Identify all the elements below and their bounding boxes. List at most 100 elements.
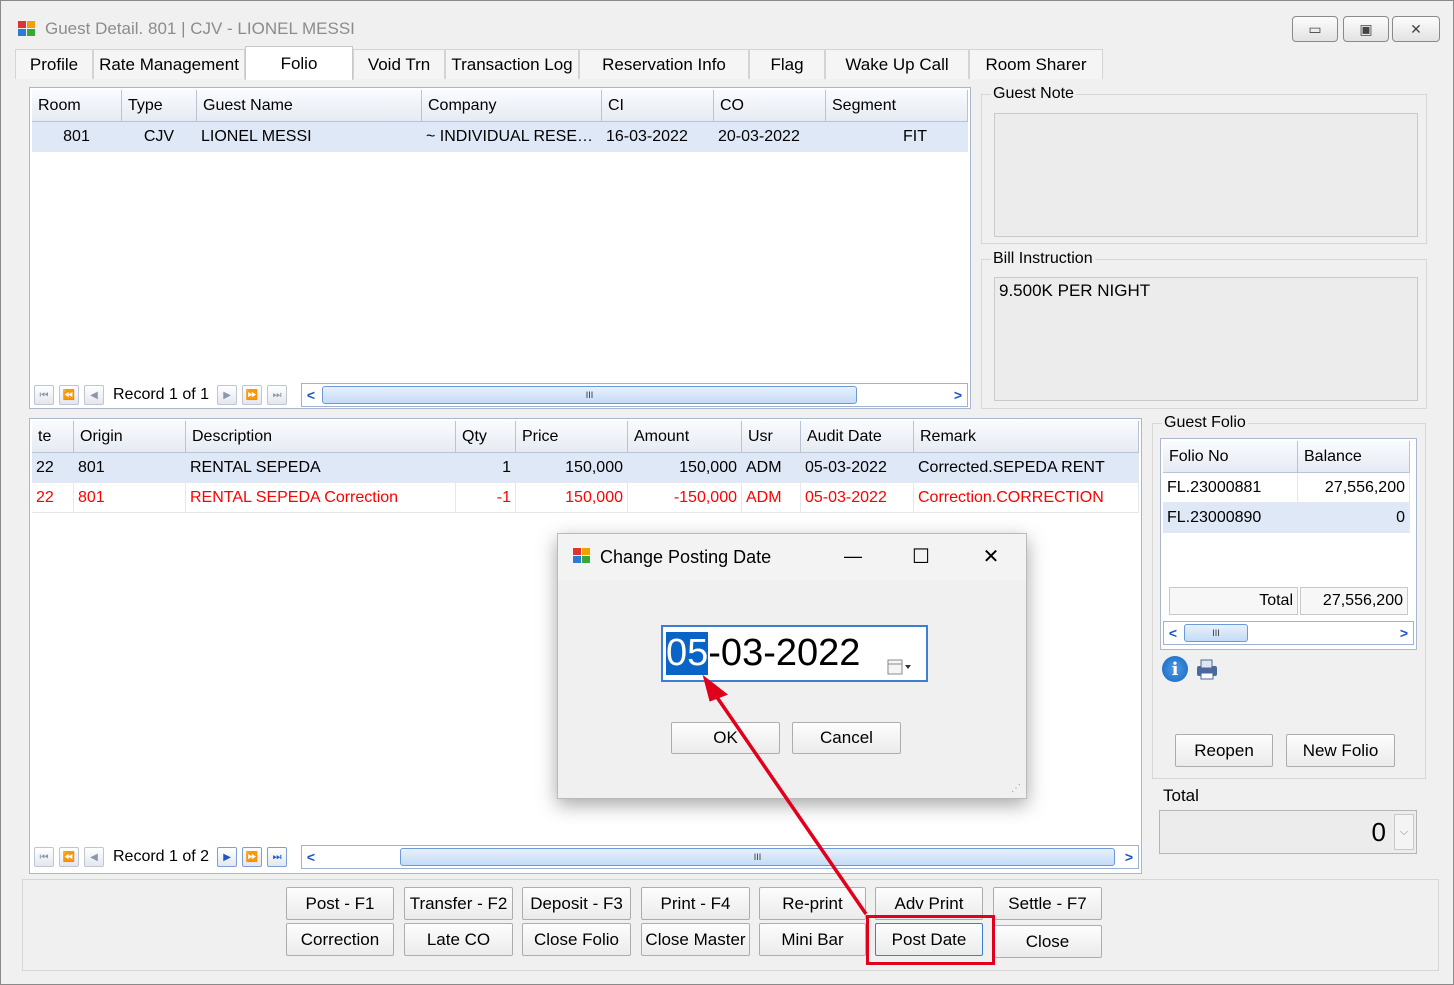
cell-description[interactable]: RENTAL SEPEDA Correction: [186, 483, 456, 513]
cell-usr[interactable]: ADM: [742, 483, 801, 513]
minimize-button[interactable]: ▭: [1292, 16, 1338, 42]
print-button[interactable]: Print - F4: [641, 887, 750, 920]
cancel-button[interactable]: Cancel: [792, 722, 901, 754]
scroll-left-icon[interactable]: <: [1164, 622, 1182, 644]
col-origin[interactable]: Origin: [74, 421, 186, 453]
cell-remark[interactable]: Corrected.SEPEDA RENT: [914, 453, 1139, 483]
col-description[interactable]: Description: [186, 421, 456, 453]
scroll-right-icon[interactable]: >: [1395, 622, 1413, 644]
cell-description[interactable]: RENTAL SEPEDA: [186, 453, 456, 483]
dialog-close-button[interactable]: ✕: [979, 542, 1003, 570]
cell-amount[interactable]: 150,000: [628, 453, 742, 483]
cell-folio-no[interactable]: FL.23000890: [1163, 503, 1298, 533]
last-record-icon[interactable]: ⏭: [267, 385, 288, 405]
cell-qty[interactable]: 1: [456, 453, 516, 483]
scroll-left-icon[interactable]: <: [302, 846, 320, 868]
cell-segment[interactable]: FIT: [826, 122, 968, 152]
next-page-icon[interactable]: ⏩: [242, 847, 263, 867]
cell-remark[interactable]: Correction.CORRECTION: [914, 483, 1139, 513]
last-record-icon[interactable]: ⏭: [267, 847, 288, 867]
cell-folio-no[interactable]: FL.23000881: [1163, 473, 1298, 503]
cell-date[interactable]: 22: [32, 483, 74, 513]
cell-co[interactable]: 20-03-2022: [714, 122, 826, 152]
first-record-icon[interactable]: ⏮: [34, 847, 54, 867]
date-rest[interactable]: -03-2022: [708, 632, 860, 675]
info-icon[interactable]: i: [1162, 656, 1188, 682]
col-company[interactable]: Company: [422, 90, 602, 122]
scroll-thumb[interactable]: III: [322, 386, 857, 404]
next-record-icon[interactable]: ▶: [217, 385, 238, 405]
deposit-button[interactable]: Deposit - F3: [522, 887, 631, 920]
correction-button[interactable]: Correction: [286, 923, 394, 956]
col-room[interactable]: Room: [32, 90, 122, 122]
close-master-button[interactable]: Close Master: [641, 923, 750, 956]
first-record-icon[interactable]: ⏮: [34, 385, 54, 405]
transaction-grid-hscrollbar[interactable]: < III >: [301, 845, 1139, 869]
cell-amount[interactable]: -150,000: [628, 483, 742, 513]
resize-grip-icon[interactable]: ⋰: [1011, 783, 1023, 795]
tab-profile[interactable]: Profile: [15, 49, 93, 79]
new-folio-button[interactable]: New Folio: [1286, 734, 1395, 767]
printer-icon[interactable]: [1194, 658, 1220, 680]
col-audit-date[interactable]: Audit Date: [801, 421, 914, 453]
cell-origin[interactable]: 801: [74, 453, 186, 483]
tab-reservation-info[interactable]: Reservation Info: [579, 49, 749, 79]
tab-void-trn[interactable]: Void Trn: [353, 49, 445, 79]
col-co[interactable]: CO: [714, 90, 826, 122]
cell-type[interactable]: CJV: [122, 122, 197, 152]
scroll-thumb[interactable]: III: [400, 848, 1115, 866]
next-record-icon[interactable]: ▶: [217, 847, 238, 867]
col-price[interactable]: Price: [516, 421, 628, 453]
tab-flag[interactable]: Flag: [749, 49, 825, 79]
date-day-segment[interactable]: 05: [666, 632, 709, 675]
prev-page-icon[interactable]: ⏪: [59, 385, 79, 405]
cell-origin[interactable]: 801: [74, 483, 186, 513]
cell-qty[interactable]: -1: [456, 483, 516, 513]
cell-guest-name[interactable]: LIONEL MESSI: [197, 122, 422, 152]
mini-bar-button[interactable]: Mini Bar: [759, 923, 866, 956]
tab-room-sharer[interactable]: Room Sharer: [969, 49, 1103, 79]
prev-record-icon[interactable]: ◀: [84, 385, 104, 405]
col-folio-no[interactable]: Folio No: [1163, 441, 1298, 473]
guest-folio-hscrollbar[interactable]: < III >: [1163, 621, 1414, 645]
cell-price[interactable]: 150,000: [516, 453, 628, 483]
total-field[interactable]: 0 ⌵: [1159, 810, 1417, 854]
scroll-left-icon[interactable]: <: [302, 384, 320, 406]
cell-audit-date[interactable]: 05-03-2022: [801, 453, 914, 483]
col-qty[interactable]: Qty: [456, 421, 516, 453]
chevron-down-icon[interactable]: ⌵: [1394, 814, 1414, 850]
col-balance[interactable]: Balance: [1298, 441, 1410, 473]
tab-rate-management[interactable]: Rate Management: [93, 49, 245, 79]
bill-instruction-text[interactable]: 9.500K PER NIGHT: [994, 277, 1418, 401]
reopen-button[interactable]: Reopen: [1175, 734, 1273, 767]
col-ci[interactable]: CI: [602, 90, 714, 122]
close-window-button[interactable]: ✕: [1392, 16, 1440, 42]
calendar-icon[interactable]: [887, 644, 913, 675]
scroll-right-icon[interactable]: >: [949, 384, 967, 406]
tab-wake-up-call[interactable]: Wake Up Call: [825, 49, 969, 79]
scroll-thumb[interactable]: III: [1184, 624, 1248, 642]
scroll-right-icon[interactable]: >: [1120, 846, 1138, 868]
dialog-minimize-button[interactable]: —: [841, 542, 865, 570]
cell-company[interactable]: ~ INDIVIDUAL RESE…: [422, 122, 602, 152]
col-guest-name[interactable]: Guest Name: [197, 90, 422, 122]
cell-ci[interactable]: 16-03-2022: [602, 122, 714, 152]
settle-button[interactable]: Settle - F7: [993, 887, 1102, 920]
close-folio-button[interactable]: Close Folio: [522, 923, 631, 956]
prev-page-icon[interactable]: ⏪: [59, 847, 79, 867]
col-usr[interactable]: Usr: [742, 421, 801, 453]
post-button[interactable]: Post - F1: [286, 887, 394, 920]
cell-audit-date[interactable]: 05-03-2022: [801, 483, 914, 513]
ok-button[interactable]: OK: [671, 722, 780, 754]
col-segment[interactable]: Segment: [826, 90, 968, 122]
cell-room[interactable]: 801: [32, 122, 122, 152]
guest-grid-hscrollbar[interactable]: < III >: [301, 383, 968, 407]
col-remark[interactable]: Remark: [914, 421, 1139, 453]
col-type[interactable]: Type: [122, 90, 197, 122]
cell-balance[interactable]: 0: [1298, 503, 1410, 533]
cell-usr[interactable]: ADM: [742, 453, 801, 483]
col-date[interactable]: te: [32, 421, 74, 453]
cell-date[interactable]: 22: [32, 453, 74, 483]
late-co-button[interactable]: Late CO: [404, 923, 513, 956]
tab-folio[interactable]: Folio: [245, 46, 353, 80]
